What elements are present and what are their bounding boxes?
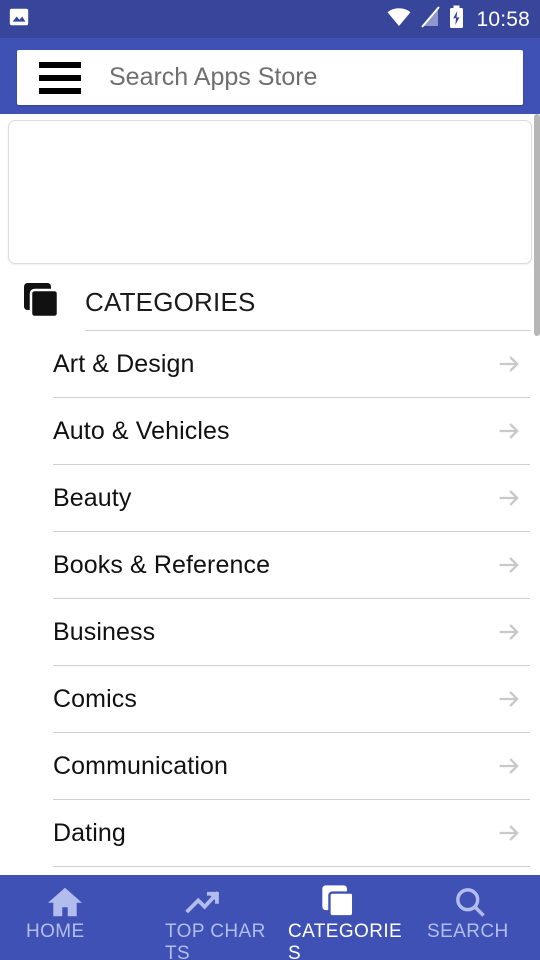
list-item[interactable]: Communication bbox=[0, 733, 540, 799]
signal-off-icon bbox=[421, 5, 441, 33]
nav-item-label: SEARCH bbox=[427, 921, 509, 942]
bottom-navigation-bar: HOME TOP CHARTS CATEGORIES SEARCH bbox=[0, 875, 540, 960]
app-root: 10:58 Search Apps Store CATEGORIES Art &… bbox=[0, 0, 540, 960]
list-item-label: Dating bbox=[53, 818, 126, 847]
nav-item-home[interactable]: HOME bbox=[0, 875, 135, 960]
arrow-right-icon[interactable] bbox=[494, 617, 524, 647]
app-bar: Search Apps Store bbox=[0, 38, 540, 114]
categories-section-header: CATEGORIES bbox=[0, 274, 540, 330]
list-item[interactable]: Business bbox=[0, 599, 540, 665]
nav-item-top-charts[interactable]: TOP CHARTS bbox=[135, 875, 270, 960]
list-item[interactable]: Auto & Vehicles bbox=[0, 398, 540, 464]
hamburger-bar bbox=[39, 61, 81, 68]
list-item[interactable]: Books & Reference bbox=[0, 532, 540, 598]
arrow-right-icon[interactable] bbox=[494, 751, 524, 781]
arrow-right-icon[interactable] bbox=[494, 416, 524, 446]
hamburger-bar bbox=[39, 87, 81, 94]
home-icon bbox=[47, 883, 83, 921]
list-item[interactable]: Beauty bbox=[0, 465, 540, 531]
layers-icon bbox=[21, 280, 61, 325]
status-bar: 10:58 bbox=[0, 0, 540, 38]
nav-item-label: HOME bbox=[26, 921, 85, 942]
list-item-label: Books & Reference bbox=[53, 550, 271, 579]
list-item[interactable]: Comics bbox=[0, 666, 540, 732]
page-title: CATEGORIES bbox=[85, 287, 256, 317]
nav-item-label: TOP CHARTS bbox=[165, 921, 266, 960]
promo-banner-card[interactable] bbox=[8, 120, 532, 264]
list-item-label: Beauty bbox=[53, 483, 132, 512]
nav-item-label: CATEGORIES bbox=[288, 921, 403, 960]
hamburger-bar bbox=[39, 74, 81, 81]
categories-list: Art & Design Auto & Vehicles Beauty Book… bbox=[0, 331, 540, 867]
arrow-right-icon[interactable] bbox=[494, 818, 524, 848]
list-item-label: Comics bbox=[53, 684, 137, 713]
nav-item-categories[interactable]: CATEGORIES bbox=[270, 875, 405, 960]
wifi-icon bbox=[386, 6, 412, 33]
arrow-right-icon[interactable] bbox=[494, 349, 524, 379]
hamburger-menu-icon[interactable] bbox=[39, 61, 81, 95]
scrollbar-thumb[interactable] bbox=[534, 114, 540, 336]
arrow-right-icon[interactable] bbox=[494, 483, 524, 513]
scrollbar[interactable] bbox=[534, 114, 540, 875]
status-bar-notifications bbox=[8, 6, 30, 33]
nav-item-search[interactable]: SEARCH bbox=[405, 875, 540, 960]
list-item-label: Auto & Vehicles bbox=[53, 416, 230, 445]
battery-charging-icon bbox=[449, 5, 464, 34]
list-item-label: Business bbox=[53, 617, 156, 646]
search-icon bbox=[452, 883, 488, 921]
status-bar-clock: 10:58 bbox=[476, 7, 530, 31]
image-icon bbox=[8, 6, 30, 33]
list-divider bbox=[53, 866, 530, 867]
list-item-label: Art & Design bbox=[53, 349, 195, 378]
status-bar-icons: 10:58 bbox=[386, 5, 530, 34]
list-item-label: Communication bbox=[53, 751, 228, 780]
content-scroll-area[interactable]: CATEGORIES Art & Design Auto & Vehicles … bbox=[0, 114, 540, 875]
trending-up-icon bbox=[184, 883, 222, 921]
search-bar[interactable]: Search Apps Store bbox=[17, 50, 523, 105]
arrow-right-icon[interactable] bbox=[494, 684, 524, 714]
search-input[interactable]: Search Apps Store bbox=[109, 65, 317, 90]
list-item[interactable]: Dating bbox=[0, 800, 540, 866]
layers-icon bbox=[319, 883, 357, 921]
list-item[interactable]: Art & Design bbox=[0, 331, 540, 397]
arrow-right-icon[interactable] bbox=[494, 550, 524, 580]
